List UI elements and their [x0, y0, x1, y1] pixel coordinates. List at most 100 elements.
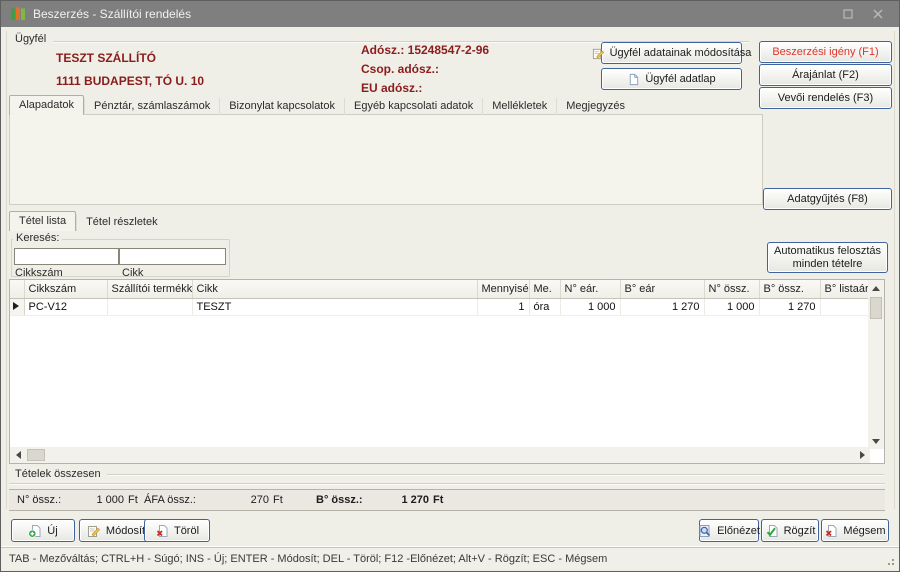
search-cikkszam-input[interactable]: [14, 248, 119, 265]
save-button-label: Rögzít: [784, 525, 816, 537]
scroll-right-button[interactable]: [854, 447, 870, 463]
cell-netto-ear: 1 000: [560, 298, 620, 315]
maximize-icon: [842, 8, 854, 20]
totals-bar: N° össz.: 1 000 Ft ÁFA össz.: 270 Ft B° …: [9, 489, 885, 511]
preview-magnifier-icon: [698, 524, 712, 538]
net-total-value: 1 000: [49, 494, 124, 506]
totals-group-label: Tételek összesen: [15, 468, 101, 480]
edit-pencil-icon: [592, 47, 605, 60]
table-row[interactable]: PC-V12 TESZT 1 óra 1 000 1 270 1 000 1 2…: [10, 298, 870, 315]
save-button[interactable]: Rögzít: [761, 519, 819, 542]
scroll-down-button[interactable]: [868, 433, 884, 449]
panel-edge-right: [894, 31, 895, 509]
cell-cikkszam: PC-V12: [24, 298, 107, 315]
items-grid: Cikkszám Szállítói termékkód ( Cikk Menn…: [9, 279, 885, 464]
totals-group-line: [107, 474, 884, 475]
cell-termekkod: [107, 298, 192, 315]
edit-customer-label: Ügyfél adatainak módosítása: [610, 47, 752, 59]
customer-sheet-label: Ügyfél adatlap: [645, 73, 715, 85]
alapadatok-tabpage: [9, 114, 763, 205]
modify-button-label: Módosít: [106, 525, 145, 537]
tab-megjegyzes[interactable]: Megjegyzés: [556, 98, 634, 115]
purchase-request-label: Beszerzési igény (F1): [772, 46, 878, 58]
grid-header-termekkod[interactable]: Szállítói termékkód (: [107, 280, 192, 298]
horizontal-scroll-thumb[interactable]: [27, 449, 45, 461]
row-selector-icon: [13, 302, 19, 310]
titlebar[interactable]: Beszerzés - Szállítói rendelés: [1, 1, 899, 27]
vertical-scrollbar[interactable]: [868, 280, 884, 449]
data-collection-label: Adatgyűjtés (F8): [787, 193, 868, 205]
cancel-button[interactable]: Mégsem: [821, 519, 889, 542]
gross-total-unit: Ft: [433, 494, 443, 506]
grid-header-netto-ear[interactable]: N° eár.: [560, 280, 620, 298]
customer-name: TESZT SZÁLLÍTÓ: [56, 51, 156, 65]
tab-tetel-reszletek[interactable]: Tétel részletek: [76, 214, 167, 231]
quote-label: Árajánlat (F2): [792, 69, 859, 81]
scroll-left-button[interactable]: [10, 447, 26, 463]
cancel-button-label: Mégsem: [843, 525, 885, 537]
grid-header-brutto-listaar[interactable]: B° listaár: [820, 280, 870, 298]
customer-address: 1111 BUDAPEST, TÓ U. 10: [56, 74, 204, 88]
tab-egyeb-kapcsolati-adatok[interactable]: Egyéb kapcsolati adatok: [344, 98, 482, 115]
vertical-scroll-thumb[interactable]: [870, 297, 882, 319]
panel-edge-left: [6, 31, 7, 509]
new-document-plus-icon: [28, 524, 42, 538]
window-title: Beszerzés - Szállítói rendelés: [33, 7, 191, 21]
close-icon: [872, 8, 884, 20]
quote-button[interactable]: Árajánlat (F2): [759, 64, 892, 86]
search-cikkszam-label: Cikkszám: [15, 267, 63, 279]
gross-total-value: 1 270: [359, 494, 429, 506]
window: Beszerzés - Szállítói rendelés Ügyfél TE…: [0, 0, 900, 572]
grid-header-brutto-ossz[interactable]: B° össz.: [759, 280, 820, 298]
gross-total-label: B° össz.:: [316, 494, 363, 506]
close-button[interactable]: [865, 5, 891, 23]
delete-button-label: Töröl: [174, 525, 199, 537]
grid-header-brutto-ear[interactable]: B° eár: [620, 280, 704, 298]
data-collection-button[interactable]: Adatgyűjtés (F8): [763, 188, 892, 210]
vat-total-unit: Ft: [273, 494, 283, 506]
tab-mellekletek[interactable]: Mellékletek: [482, 98, 556, 115]
maximize-button[interactable]: [835, 5, 861, 23]
customer-sheet-button[interactable]: Ügyfél adatlap: [601, 68, 742, 90]
tab-penztar-szamlaszamok[interactable]: Pénztár, számlaszámok: [84, 98, 219, 115]
edit-customer-button[interactable]: Ügyfél adatainak módosítása: [601, 42, 742, 64]
auto-split-label: Automatikus felosztás minden tételre: [772, 245, 883, 271]
auto-split-button[interactable]: Automatikus felosztás minden tételre: [767, 242, 888, 273]
customer-group-tax-number: Csop. adósz.:: [361, 62, 439, 76]
cell-netto-ossz: 1 000: [704, 298, 759, 315]
resize-grip-icon[interactable]: [892, 563, 894, 565]
delete-button[interactable]: Töröl: [144, 519, 210, 542]
tab-alapadatok[interactable]: Alapadatok: [9, 95, 84, 115]
edit-pencil-icon: [87, 524, 101, 538]
tab-bizonylat-kapcsolatok[interactable]: Bizonylat kapcsolatok: [219, 98, 344, 115]
customer-order-button[interactable]: Vevői rendelés (F3): [759, 87, 892, 109]
cell-me: óra: [529, 298, 560, 315]
new-button-label: Új: [47, 525, 57, 537]
document-icon: [627, 73, 640, 86]
grid-header-netto-ossz[interactable]: N° össz.: [704, 280, 759, 298]
customer-group-label: Ügyfél: [15, 33, 46, 45]
arrow-up-icon: [872, 286, 880, 291]
app-icon: [10, 6, 26, 22]
horizontal-scrollbar[interactable]: [10, 447, 870, 463]
grid-header-cikk[interactable]: Cikk: [192, 280, 477, 298]
cell-brutto-listaar: [820, 298, 870, 315]
new-button[interactable]: Új: [11, 519, 75, 542]
grid-header-cikkszam[interactable]: Cikkszám: [24, 280, 107, 298]
search-cikk-label: Cikk: [122, 267, 143, 279]
arrow-right-icon: [860, 451, 865, 459]
net-total-unit: Ft: [128, 494, 138, 506]
preview-button[interactable]: Előnézet: [699, 519, 759, 542]
arrow-left-icon: [16, 451, 21, 459]
search-cikk-input[interactable]: [119, 248, 226, 265]
grid-header-me[interactable]: Me.: [529, 280, 560, 298]
modify-button[interactable]: Módosít: [79, 519, 153, 542]
tab-tetel-lista[interactable]: Tétel lista: [9, 211, 76, 231]
grid-header-mennyiseg[interactable]: Mennyiség: [477, 280, 529, 298]
preview-button-label: Előnézet: [717, 525, 760, 537]
scroll-up-button[interactable]: [868, 280, 884, 296]
purchase-request-button[interactable]: Beszerzési igény (F1): [759, 41, 892, 63]
cancel-x-icon: [824, 524, 838, 538]
vat-total-value: 270: [199, 494, 269, 506]
items-table: Cikkszám Szállítói termékkód ( Cikk Menn…: [10, 280, 871, 316]
